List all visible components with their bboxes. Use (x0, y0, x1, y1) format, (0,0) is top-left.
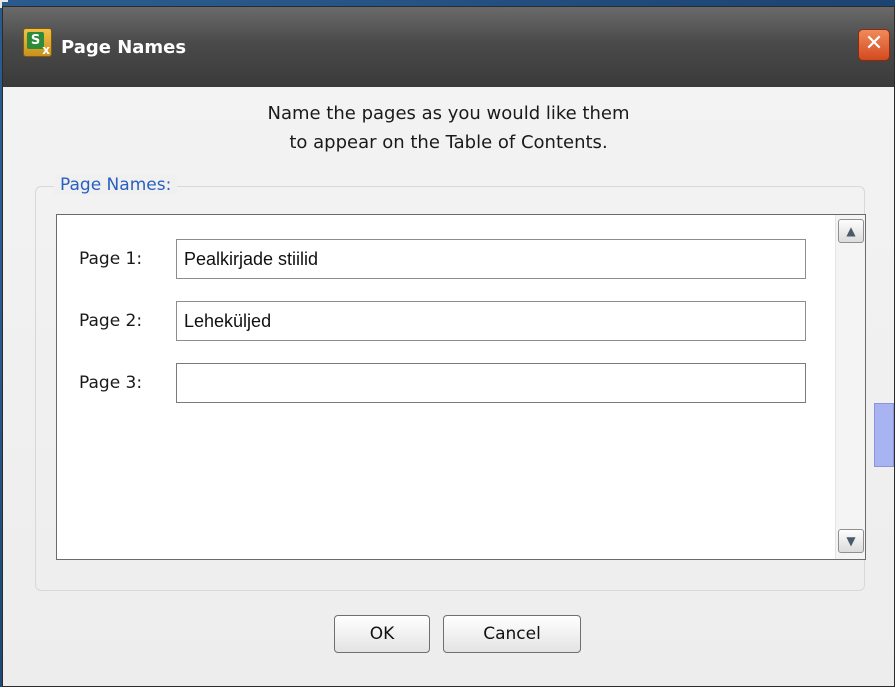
app-icon: S x (23, 28, 52, 57)
page-names-dialog: S x Page Names ✕ Name the pages as you w… (2, 6, 895, 687)
instruction-line-2: to appear on the Table of Contents. (289, 132, 608, 153)
cancel-button[interactable]: Cancel (443, 615, 581, 653)
scroll-up-icon: ▲ (846, 224, 856, 238)
page-row-label: Page 2: (79, 311, 143, 331)
vertical-scrollbar[interactable]: ▲ ▼ (835, 215, 865, 559)
dialog-title: Page Names (61, 37, 187, 58)
page-3-name-input[interactable] (176, 363, 806, 403)
title-bar[interactable]: S x Page Names ✕ (3, 7, 894, 87)
scroll-up-button[interactable]: ▲ (838, 219, 864, 243)
scroll-down-button[interactable]: ▼ (838, 529, 864, 553)
page-2-name-input[interactable] (176, 301, 806, 341)
app-icon-mark: x (42, 43, 50, 57)
scroll-down-icon: ▼ (846, 534, 856, 548)
close-icon: ✕ (864, 31, 884, 56)
instruction-text: Name the pages as you would like them to… (3, 99, 894, 157)
ok-button[interactable]: OK (334, 615, 430, 653)
page-row-1: Page 1: (57, 239, 837, 279)
page-names-group: Page Names: Page 1: Page 2: Page 3: ▲ (35, 175, 866, 591)
dialog-body: Name the pages as you would like them to… (3, 87, 894, 686)
page-row-2: Page 2: (57, 301, 837, 341)
instruction-line-1: Name the pages as you would like them (267, 103, 630, 124)
page-1-name-input[interactable] (176, 239, 806, 279)
page-row-3: Page 3: (57, 363, 837, 403)
close-button[interactable]: ✕ (858, 29, 890, 61)
page-names-list[interactable]: Page 1: Page 2: Page 3: ▲ ▼ (56, 214, 866, 560)
group-label: Page Names: (54, 175, 178, 195)
side-scroll-tab[interactable] (874, 403, 894, 467)
page-row-label: Page 1: (79, 249, 143, 269)
page-row-label: Page 3: (79, 373, 143, 393)
